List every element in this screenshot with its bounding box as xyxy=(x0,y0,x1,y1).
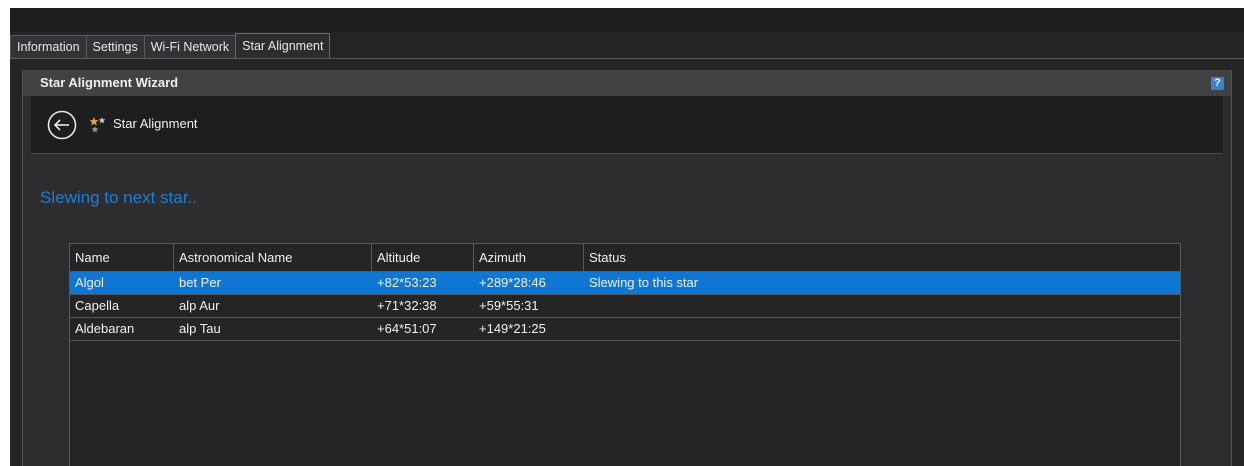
cell-astronomical-name: bet Per xyxy=(179,275,221,290)
star-table: Name Astronomical Name Altitude Azimuth … xyxy=(69,243,1181,466)
tab-divider xyxy=(10,58,1244,59)
cell-altitude: +82*53:23 xyxy=(377,275,437,290)
wizard-nav-bar: Star Alignment xyxy=(31,96,1223,154)
column-header-name[interactable]: Name xyxy=(70,244,174,271)
column-header-altitude[interactable]: Altitude xyxy=(372,244,474,271)
cell-status: Slewing to this star xyxy=(589,275,699,290)
app-window: Information Settings Wi-Fi Network Star … xyxy=(10,8,1244,466)
stars-icon xyxy=(89,117,106,133)
cell-altitude: +64*51:07 xyxy=(377,321,437,336)
tab-wifi-network[interactable]: Wi-Fi Network xyxy=(143,35,236,59)
table-row[interactable]: Aldebaran alp Tau +64*51:07 +149*21:25 xyxy=(70,318,1180,341)
cell-azimuth: +289*28:46 xyxy=(479,275,546,290)
cell-azimuth: +59*55:31 xyxy=(479,298,539,313)
cell-name: Capella xyxy=(75,298,120,313)
wizard-title: Star Alignment Wizard xyxy=(40,75,179,90)
status-message: Slewing to next star.. xyxy=(40,188,197,207)
wizard-header: Star Alignment Wizard ? xyxy=(23,70,1231,96)
table-row[interactable]: Capella alp Aur +71*32:38 +59*55:31 xyxy=(70,295,1180,318)
column-header-astronomical-name[interactable]: Astronomical Name xyxy=(174,244,372,271)
tab-bar: Information Settings Wi-Fi Network Star … xyxy=(10,33,331,59)
column-header-azimuth[interactable]: Azimuth xyxy=(474,244,584,271)
cell-name: Algol xyxy=(75,275,104,290)
cell-azimuth: +149*21:25 xyxy=(479,321,546,336)
column-header-status[interactable]: Status xyxy=(584,244,1180,271)
help-icon[interactable]: ? xyxy=(1211,77,1224,90)
cell-status xyxy=(584,295,1180,317)
tab-star-alignment[interactable]: Star Alignment xyxy=(235,33,331,59)
cell-status xyxy=(584,318,1180,340)
cell-astronomical-name: alp Aur xyxy=(179,298,220,313)
tab-information[interactable]: Information xyxy=(10,35,86,59)
cell-name: Aldebaran xyxy=(75,321,135,336)
nav-title: Star Alignment xyxy=(113,116,198,131)
back-arrow-icon[interactable] xyxy=(47,110,77,140)
title-strip xyxy=(10,8,1244,32)
cell-astronomical-name: alp Tau xyxy=(179,321,221,336)
tab-settings[interactable]: Settings xyxy=(85,35,144,59)
table-row[interactable]: Algol bet Per +82*53:23 +289*28:46 Slewi… xyxy=(70,272,1180,295)
wizard-panel: Star Alignment Wizard ? Star Alignment S… xyxy=(22,70,1232,466)
cell-altitude: +71*32:38 xyxy=(377,298,437,313)
table-header: Name Astronomical Name Altitude Azimuth … xyxy=(70,244,1180,272)
